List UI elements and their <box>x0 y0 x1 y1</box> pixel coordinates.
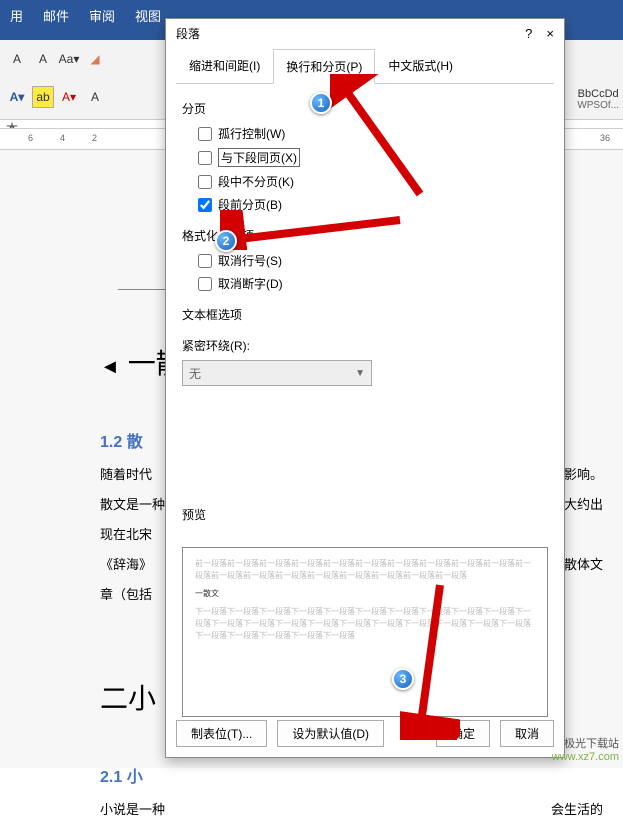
preview-sample-text: 一散文 <box>195 588 535 600</box>
help-button[interactable]: ? <box>525 26 532 41</box>
ruler-mark: 6 <box>28 133 33 143</box>
highlight-icon[interactable]: ab <box>32 86 54 108</box>
style-gallery-item[interactable]: BbCcDd WPSOf... <box>577 88 619 111</box>
watermark-url: www.xz7.com <box>552 751 619 764</box>
cancel-button[interactable]: 取消 <box>500 720 554 747</box>
annotation-arrow <box>330 74 430 204</box>
preview-grey-text: 下一段落下一段落下一段落下一段落下一段落下一段落下一段落下一段落下一段落下一段落… <box>195 606 535 642</box>
no-hyphenation-label: 取消断字(D) <box>218 275 283 292</box>
close-button[interactable]: × <box>546 26 554 41</box>
ribbon-tabs: 用 邮件 审阅 视图 <box>0 0 171 31</box>
font-color-icon[interactable]: A▾ <box>58 86 80 108</box>
ruler-mark: 36 <box>600 133 610 143</box>
doc-text: 《辞海》 <box>100 557 152 572</box>
style-sample-text: BbCcDd <box>577 88 619 100</box>
ribbon-tab[interactable]: 邮件 <box>43 6 69 25</box>
left-arrow-icon: ◄ <box>100 356 120 378</box>
doc-text: 散文是一种 <box>100 497 165 512</box>
preview-box: 前一段落前一段落前一段落前一段落前一段落前一段落前一段落前一段落前一段落前一段落… <box>182 547 548 717</box>
suppress-line-numbers-checkbox[interactable] <box>198 254 212 268</box>
font-size-down-icon[interactable]: A <box>32 48 54 70</box>
tight-wrap-label: 紧密环绕(R): <box>182 337 548 354</box>
annotation-badge-2: 2 <box>215 230 237 252</box>
font-size-up-icon[interactable]: A <box>6 48 28 70</box>
doc-text: 随着时代 <box>100 467 152 482</box>
annotation-badge-3: 3 <box>392 668 414 690</box>
watermark: 极光下载站 www.xz7.com <box>552 738 619 764</box>
tabs-button[interactable]: 制表位(T)... <box>176 720 267 747</box>
keep-with-next-checkbox[interactable] <box>198 151 212 165</box>
ruler-mark: 2 <box>92 133 97 143</box>
tab-indent-spacing[interactable]: 缩进和间距(I) <box>176 48 273 83</box>
style-sample-name: WPSOf... <box>577 100 619 111</box>
annotation-arrow <box>400 580 460 740</box>
annotation-badge-1: 1 <box>310 92 332 114</box>
textbox-options-label: 文本框选项 <box>182 306 548 323</box>
ribbon-tab[interactable]: 审阅 <box>89 6 115 25</box>
tight-wrap-value: 无 <box>189 365 201 382</box>
annotation-arrow <box>220 210 410 250</box>
doc-text: 会生活的 <box>551 799 603 821</box>
clear-format-icon[interactable]: ◢ <box>84 48 106 70</box>
keep-with-next-label: 与下段同页(X) <box>218 148 300 167</box>
preview-grey-text: 前一段落前一段落前一段落前一段落前一段落前一段落前一段落前一段落前一段落前一段落… <box>195 558 535 582</box>
keep-lines-together-checkbox[interactable] <box>198 175 212 189</box>
keep-lines-together-label: 段中不分页(K) <box>218 173 294 190</box>
change-case-icon[interactable]: Aa▾ <box>58 48 80 70</box>
preview-label: 预览 <box>182 506 548 523</box>
tight-wrap-select[interactable]: 无 ▼ <box>182 360 372 386</box>
no-hyphenation-checkbox[interactable] <box>198 277 212 291</box>
page-break-before-checkbox[interactable] <box>198 198 212 212</box>
ribbon-tab[interactable]: 用 <box>10 6 23 25</box>
ribbon-tab[interactable]: 视图 <box>135 6 161 25</box>
widow-control-checkbox[interactable] <box>198 127 212 141</box>
watermark-title: 极光下载站 <box>552 738 619 751</box>
suppress-line-numbers-label: 取消行号(S) <box>218 252 282 269</box>
set-default-button[interactable]: 设为默认值(D) <box>277 720 384 747</box>
chevron-down-icon: ▼ <box>355 368 365 379</box>
char-shading-icon[interactable]: A <box>84 86 106 108</box>
widow-control-label: 孤行控制(W) <box>218 125 285 142</box>
ruler-mark: 4 <box>60 133 65 143</box>
page-corner-indicator <box>118 160 166 290</box>
text-effects-icon[interactable]: A▾ <box>6 86 28 108</box>
dialog-title: 段落 <box>176 25 200 42</box>
doc-text: 小说是一种 <box>100 802 165 817</box>
